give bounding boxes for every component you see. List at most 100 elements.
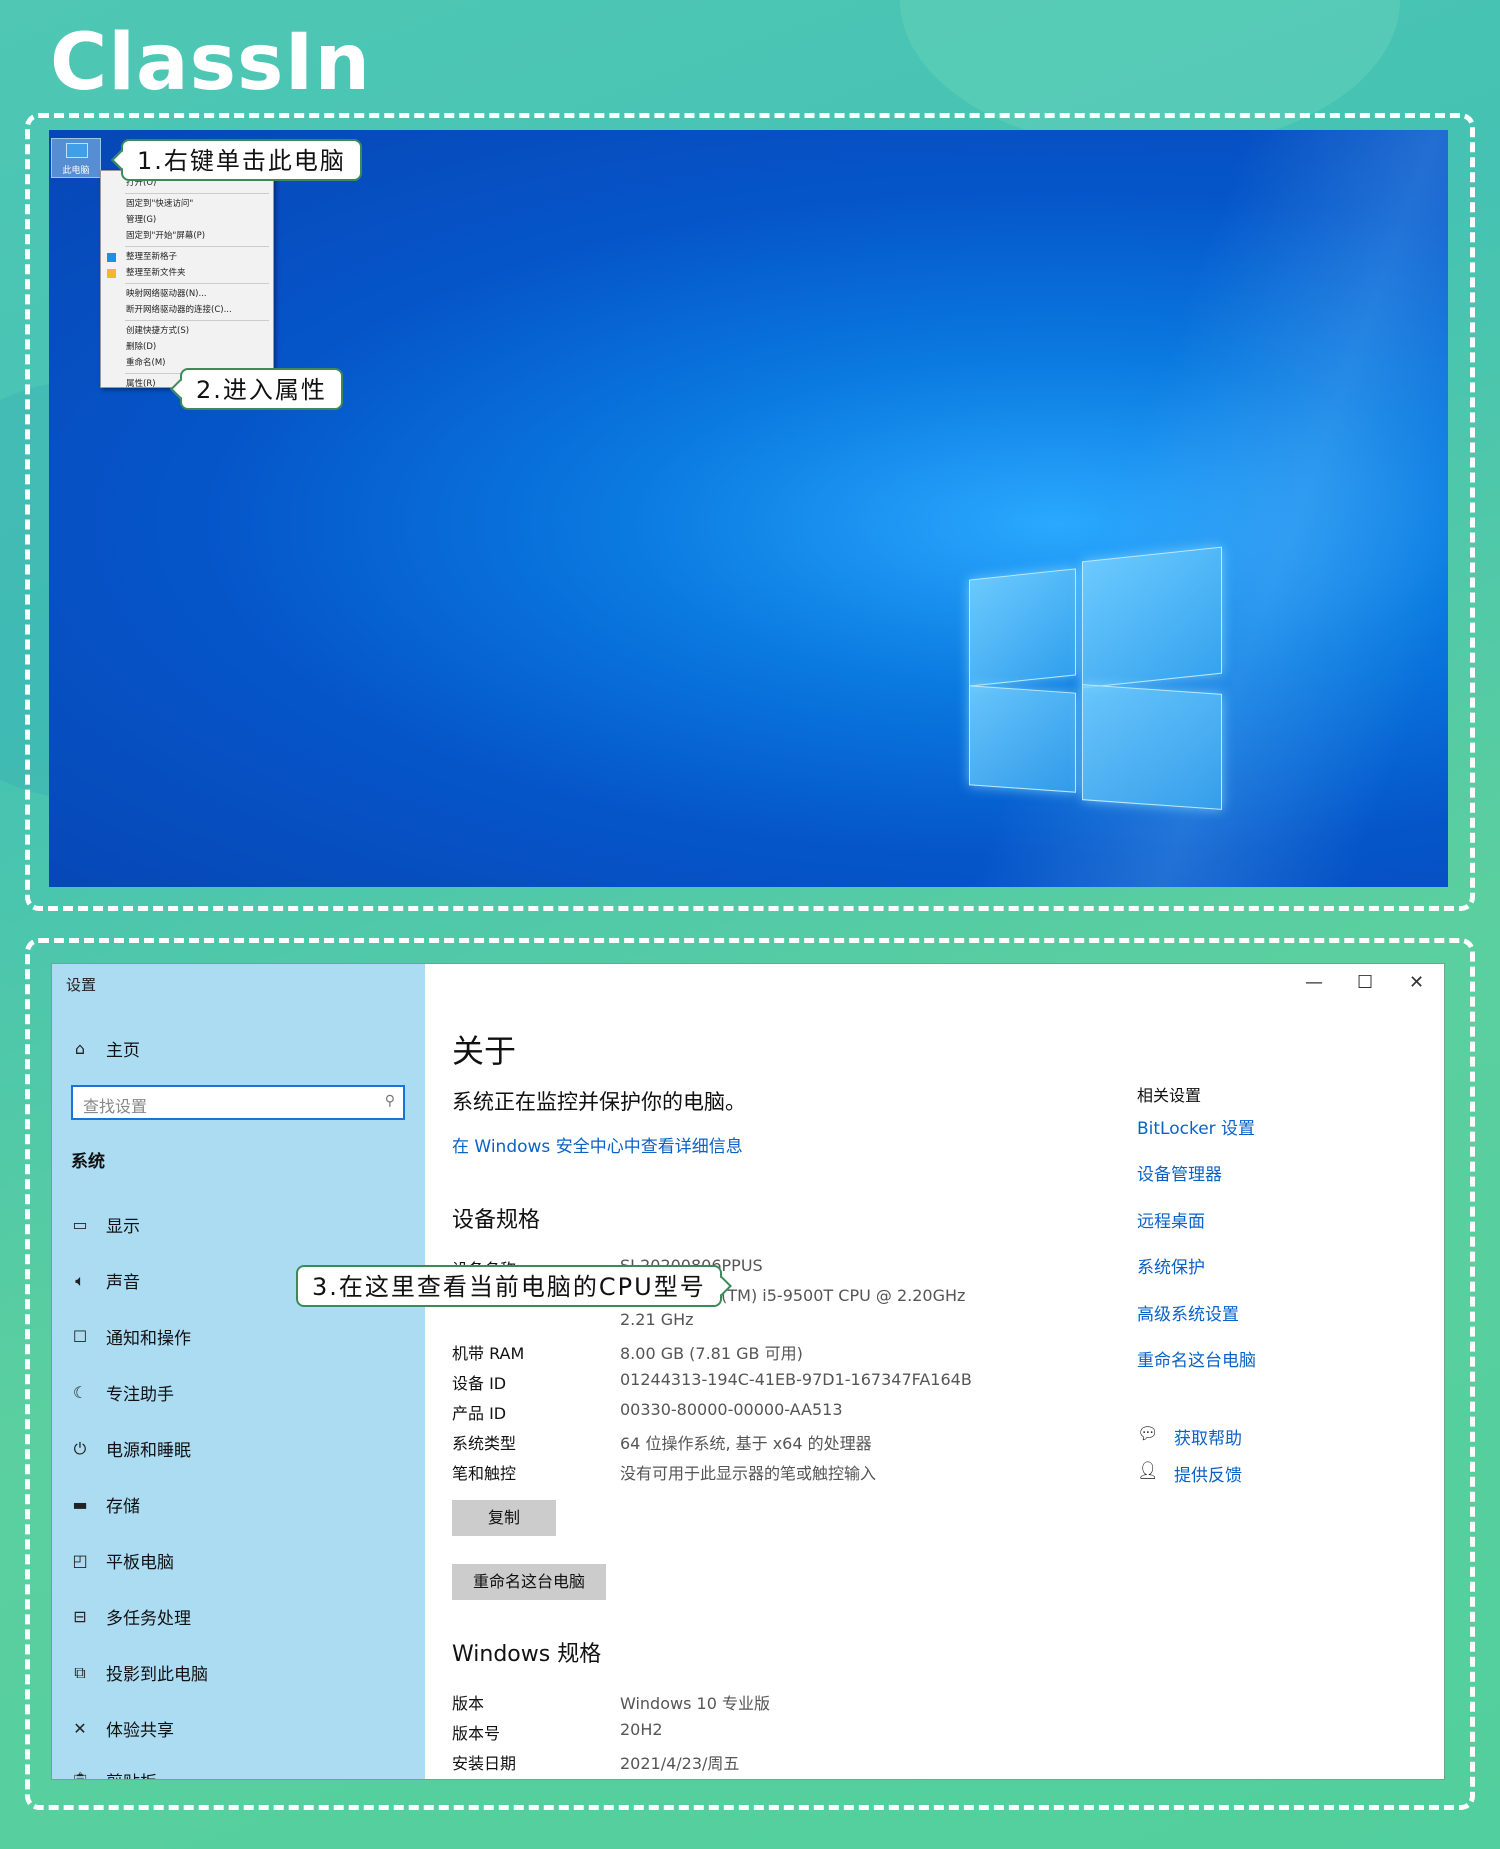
version-label: 版本号	[452, 1724, 501, 1743]
sidebar-item-label: 投影到此电脑	[106, 1665, 208, 1685]
sidebar-item-label: 多任务处理	[106, 1609, 191, 1629]
device-manager-link[interactable]: 设备管理器	[1137, 1160, 1222, 1185]
multitask-icon: ⊟	[73, 1607, 87, 1626]
speaker-icon: 🔈︎	[75, 1270, 85, 1290]
copy-button[interactable]: 复制	[452, 1500, 556, 1536]
rename-pc-button[interactable]: 重命名这台电脑	[452, 1564, 606, 1600]
callout-step1-text: 1.右键单击此电脑	[137, 147, 346, 175]
menu-item-disconnect-drive[interactable]: 断开网络驱动器的连接(C)...	[101, 302, 273, 318]
this-pc-icon[interactable]: 此电脑	[51, 138, 101, 178]
sidebar-item-shared[interactable]: ✕ 体验共享	[70, 1716, 174, 1741]
sidebar-item-label: 通知和操作	[106, 1329, 191, 1349]
sidebar-item-label: 平板电脑	[106, 1553, 174, 1573]
window-title: 设置	[66, 976, 97, 994]
clipboard-icon: 📋︎	[70, 1771, 90, 1779]
menu-item-new-grid[interactable]: 整理至新格子	[101, 249, 273, 265]
nav-home[interactable]: ⌂ 主页	[70, 1036, 140, 1061]
security-center-link[interactable]: 在 Windows 安全中心中查看详细信息	[452, 1132, 743, 1157]
grid-icon	[107, 253, 116, 262]
minimize-button[interactable]: —	[1305, 972, 1323, 993]
callout-step3: 3.在这里查看当前电脑的CPU型号	[296, 1265, 732, 1307]
sidebar-item-label: 电源和睡眠	[106, 1441, 191, 1461]
sidebar-item-sound[interactable]: 🔈︎ 声音	[70, 1268, 140, 1294]
sidebar-item-multitasking[interactable]: ⊟ 多任务处理	[70, 1604, 191, 1629]
sidebar-item-clipboard[interactable]: 📋︎ 剪贴板	[70, 1768, 157, 1779]
feedback-icon: 👤︎	[1137, 1461, 1159, 1481]
device-id-label: 设备 ID	[452, 1374, 507, 1393]
edition-value: Windows 10 专业版	[620, 1694, 770, 1713]
ram-label: 机带 RAM	[452, 1344, 525, 1363]
drive-icon: ▬	[72, 1495, 88, 1514]
windows-spec-title: Windows 规格	[452, 1642, 602, 1667]
sidebar-item-label: 专注助手	[106, 1385, 174, 1405]
menu-item-label: 整理至新文件夹	[126, 268, 186, 278]
menu-item-pin-quick[interactable]: 固定到"快速访问"	[101, 196, 273, 212]
product-id-label: 产品 ID	[452, 1404, 507, 1423]
system-type-value: 64 位操作系统, 基于 x64 的处理器	[620, 1434, 872, 1453]
menu-item-map-drive[interactable]: 映射网络驱动器(N)...	[101, 286, 273, 302]
page-title: 关于	[452, 1032, 517, 1070]
remote-desktop-link[interactable]: 远程桌面	[1137, 1207, 1205, 1232]
menu-item-new-folder[interactable]: 整理至新文件夹	[101, 265, 273, 281]
menu-item-create-shortcut[interactable]: 创建快捷方式(S)	[101, 323, 273, 339]
rename-pc-link[interactable]: 重命名这台电脑	[1137, 1346, 1256, 1371]
version-value: 20H2	[620, 1720, 663, 1739]
monitor-icon	[66, 143, 88, 158]
sidebar-item-label: 显示	[106, 1217, 140, 1237]
sidebar-item-label: 声音	[106, 1273, 140, 1293]
callout-step2: 2.进入属性	[170, 368, 343, 410]
system-protection-link[interactable]: 系统保护	[1137, 1253, 1205, 1278]
help-icon: 💬︎	[1137, 1424, 1159, 1444]
product-id-value: 00330-80000-00000-AA513	[620, 1400, 843, 1419]
sidebar-item-label: 体验共享	[106, 1721, 174, 1741]
search-input[interactable]: 查找设置 ⚲	[71, 1085, 405, 1120]
related-title: 相关设置	[1137, 1086, 1202, 1105]
install-date-value: 2021/4/23/周五	[620, 1754, 740, 1773]
device-id-value: 01244313-194C-41EB-97D1-167347FA164B	[620, 1370, 972, 1389]
processor-speed: 2.21 GHz	[620, 1310, 694, 1329]
callout-step3-text: 3.在这里查看当前电脑的CPU型号	[312, 1273, 706, 1301]
context-menu: 打开(O) 固定到"快速访问" 管理(G) 固定到"开始"屏幕(P) 整理至新格…	[100, 170, 274, 389]
bitlocker-link[interactable]: BitLocker 设置	[1137, 1114, 1255, 1139]
install-date-label: 安装日期	[452, 1754, 517, 1773]
tablet-icon: ◰	[72, 1551, 88, 1570]
this-pc-label: 此电脑	[62, 166, 90, 176]
nav-home-label: 主页	[106, 1041, 140, 1061]
sidebar-item-display[interactable]: ▭ 显示	[70, 1212, 140, 1237]
classin-logo: ClassIn	[50, 18, 372, 108]
about-panel: 关于 系统正在监控并保护你的电脑。 在 Windows 安全中心中查看详细信息 …	[452, 964, 1132, 1779]
menu-item-delete[interactable]: 删除(D)	[101, 339, 273, 355]
menu-item-manage[interactable]: 管理(G)	[101, 212, 273, 228]
settings-window: 设置 ⌂ 主页 查找设置 ⚲ 系统 ▭ 显示 🔈︎ 声音 ☐ 通知和操作 ☾ 专注助手 ⏻…	[51, 963, 1445, 1780]
feedback-link[interactable]: 提供反馈	[1174, 1461, 1242, 1486]
callout-step1: 1.右键单击此电脑	[111, 139, 362, 181]
message-icon: ☐	[72, 1327, 88, 1346]
sidebar-item-focus[interactable]: ☾ 专注助手	[70, 1380, 174, 1405]
share-icon: ✕	[73, 1719, 87, 1738]
sidebar-item-project[interactable]: ⧉ 投影到此电脑	[70, 1660, 208, 1686]
sidebar-section-title: 系统	[71, 1152, 105, 1172]
settings-sidebar: 设置 ⌂ 主页 查找设置 ⚲ 系统 ▭ 显示 🔈︎ 声音 ☐ 通知和操作 ☾ 专注助手 ⏻…	[52, 964, 425, 1779]
sidebar-item-storage[interactable]: ▬ 存储	[70, 1492, 140, 1517]
search-icon: ⚲	[384, 1093, 395, 1109]
moon-icon: ☾	[72, 1383, 88, 1402]
close-button[interactable]: ✕	[1409, 972, 1424, 993]
home-icon: ⌂	[74, 1039, 86, 1058]
search-placeholder: 查找设置	[83, 1097, 148, 1116]
project-icon: ⧉	[74, 1662, 86, 1682]
device-spec-title: 设备规格	[452, 1208, 541, 1233]
sidebar-item-power[interactable]: ⏻ 电源和睡眠	[70, 1436, 191, 1462]
windows-desktop: 此电脑 打开(O) 固定到"快速访问" 管理(G) 固定到"开始"屏幕(P) 整…	[49, 130, 1448, 887]
edition-label: 版本	[452, 1694, 485, 1713]
get-help-link[interactable]: 获取帮助	[1174, 1424, 1242, 1449]
menu-item-label: 整理至新格子	[126, 252, 178, 262]
sidebar-item-label: 剪贴板	[106, 1768, 157, 1779]
sidebar-item-notifications[interactable]: ☐ 通知和操作	[70, 1324, 191, 1349]
protection-status: 系统正在监控并保护你的电脑。	[452, 1090, 746, 1114]
advanced-settings-link[interactable]: 高级系统设置	[1137, 1300, 1239, 1325]
menu-item-pin-start[interactable]: 固定到"开始"屏幕(P)	[101, 228, 273, 244]
sidebar-item-tablet[interactable]: ◰ 平板电脑	[70, 1548, 174, 1573]
sidebar-item-label: 存储	[106, 1497, 140, 1517]
maximize-button[interactable]: ☐	[1357, 972, 1373, 993]
callout-step2-text: 2.进入属性	[196, 376, 327, 404]
